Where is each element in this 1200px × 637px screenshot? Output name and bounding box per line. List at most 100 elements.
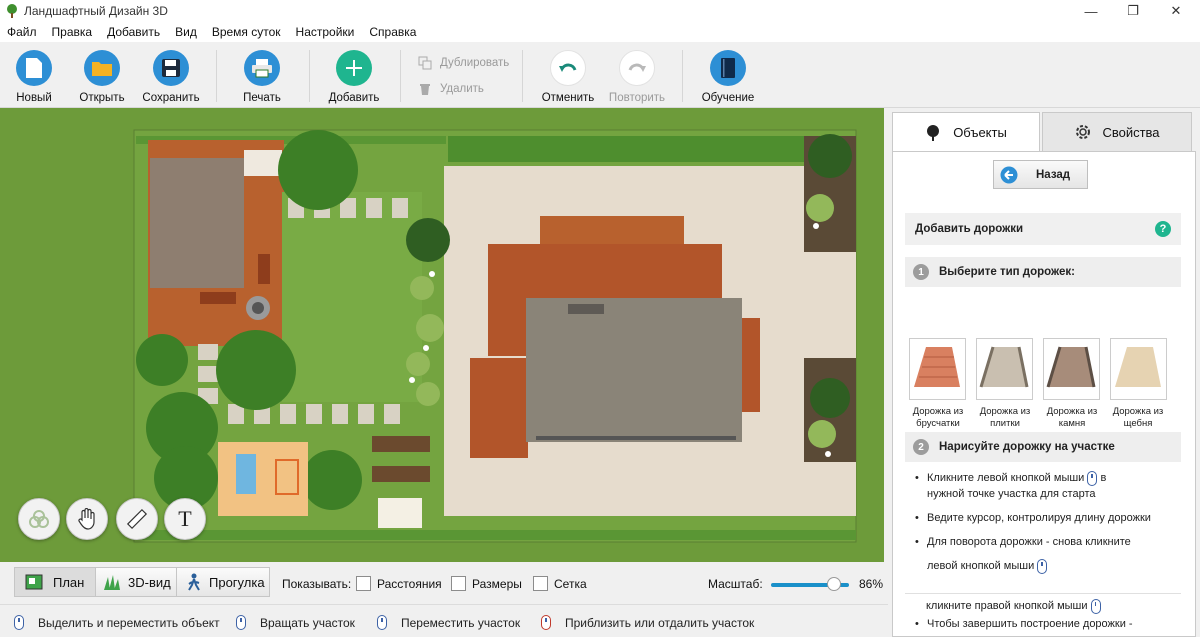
maximize-icon[interactable]: ❐ [1111,0,1155,22]
garden-plan-drawing [0,108,884,562]
new-file-icon [16,50,52,86]
menu-help[interactable]: Справка [362,25,424,39]
toolbar-separator [400,50,401,102]
step2-number: 2 [913,439,929,455]
tab-objects[interactable]: Объекты [892,112,1040,152]
mouse-left-icon [14,615,24,630]
help-icon[interactable]: ? [1155,221,1171,237]
mouse-right-icon [236,615,246,630]
garden-plan-canvas[interactable]: T [0,108,884,562]
print-button[interactable]: Печать [226,50,298,104]
path-label-stone: Дорожка из камня [1046,406,1098,429]
duplicate-icon [418,56,432,70]
tree-icon [927,124,940,141]
mouse-left-icon [1037,558,1048,574]
walk-view-button[interactable]: Прогулка [176,567,270,597]
3d-view-button[interactable]: 3D-вид [95,567,177,597]
window-title: Ландшафтный Дизайн 3D [24,4,168,18]
menu-view[interactable]: Вид [168,25,205,39]
mouse-left-icon [1087,470,1098,486]
back-button[interactable]: Назад [993,160,1088,189]
duplicate-button[interactable]: Дублировать [418,56,509,70]
close-icon[interactable]: ✕ [1154,0,1198,22]
delete-button[interactable]: Удалить [418,82,484,96]
zoom-slider-thumb[interactable] [827,577,841,591]
undo-button[interactable]: Отменить [532,50,604,104]
sizes-checkbox[interactable] [451,576,466,591]
panel-divider [905,593,1181,594]
map-icon [25,574,43,590]
plan-view-button[interactable]: План [14,567,96,597]
hint-rotate: Вращать участок [236,615,355,630]
title-bar: Ландшафтный Дизайн 3D — ❐ ✕ [0,0,1200,22]
right-panel: Объекты Свойства Назад Добавить дорожки … [888,108,1200,637]
path-label-tile: Дорожка из плитки [979,406,1031,429]
mouse-middle-icon [377,615,387,630]
mouse-wheel-icon [541,615,551,630]
toolbar-separator [522,50,523,102]
app-logo-icon [7,4,17,18]
section-title: Добавить дорожки [915,223,1024,235]
path-type-stone[interactable] [1043,338,1100,400]
hint-select-move: Выделить и переместить объект [14,615,220,630]
path-label-gravel: Дорожка из щебня [1112,406,1164,429]
tab-properties[interactable]: Свойства [1042,112,1192,152]
minimize-icon[interactable]: — [1069,0,1113,22]
menu-bar: Файл Правка Добавить Вид Время суток Нас… [0,22,1200,42]
path-label-paving-stone: Дорожка из брусчатки [912,406,964,429]
path-type-paving-stone[interactable] [909,338,966,400]
hand-icon [78,508,95,530]
distances-checkbox[interactable] [356,576,371,591]
tile-thumbnail-icon [979,346,1029,388]
open-button[interactable]: Открыть [66,50,138,104]
toolbar-separator [216,50,217,102]
show-label: Показывать: [282,577,352,591]
menu-time-of-day[interactable]: Время суток [205,25,289,39]
toolbar: Новый Открыть Сохранить Печать Добавить … [0,42,1200,108]
distances-label: Расстояния [377,577,442,591]
trash-icon [420,84,430,95]
terrain-icon [29,510,49,528]
paving-stone-thumbnail-icon [914,347,960,387]
floppy-icon [153,50,189,86]
tutorial-button[interactable]: Обучение [692,50,764,104]
book-icon [710,50,746,86]
status-bar: Выделить и переместить объект Вращать уч… [0,604,888,637]
save-button[interactable]: Сохранить [135,50,207,104]
menu-file[interactable]: Файл [0,25,45,39]
step2-title: Нарисуйте дорожку на участке [939,441,1115,453]
mouse-right-icon [1090,598,1101,614]
hint-zoom: Приблизить или отдалить участок [541,615,754,630]
gravel-thumbnail-icon [1115,347,1161,387]
menu-edit[interactable]: Правка [45,25,101,39]
zoom-value: 86% [859,577,884,591]
path-type-tile[interactable] [976,338,1033,400]
arrow-left-icon [1000,166,1018,183]
ruler-tool-button[interactable] [116,498,158,540]
menu-settings[interactable]: Настройки [289,25,363,39]
new-button[interactable]: Новый [0,50,70,104]
grid-label: Сетка [554,577,587,591]
toolbar-separator [309,50,310,102]
section-add-paths: Добавить дорожки ? [905,213,1181,245]
menu-add[interactable]: Добавить [100,25,168,39]
path-type-gravel[interactable] [1110,338,1167,400]
pan-tool-button[interactable] [66,498,108,540]
printer-icon [244,50,280,86]
redo-button[interactable]: Повторить [601,50,673,104]
grid-checkbox[interactable] [533,576,548,591]
undo-icon [550,50,586,86]
walking-person-icon [188,573,200,591]
step1-header: 1 Выберите тип дорожек: [905,257,1181,287]
plus-icon [336,50,372,86]
app-window: { "window": {"title": "Ландшафтный Дизай… [0,0,1200,637]
zoom-label: Масштаб: [708,577,763,591]
step1-number: 1 [913,264,929,280]
sizes-label: Размеры [472,577,522,591]
add-button[interactable]: Добавить [318,50,390,104]
text-tool-button[interactable]: T [164,498,206,540]
terrain-tool-button[interactable] [18,498,60,540]
step1-title: Выберите тип дорожек: [939,266,1075,278]
step2-header: 2 Нарисуйте дорожку на участке [905,432,1181,462]
redo-icon [619,50,655,86]
